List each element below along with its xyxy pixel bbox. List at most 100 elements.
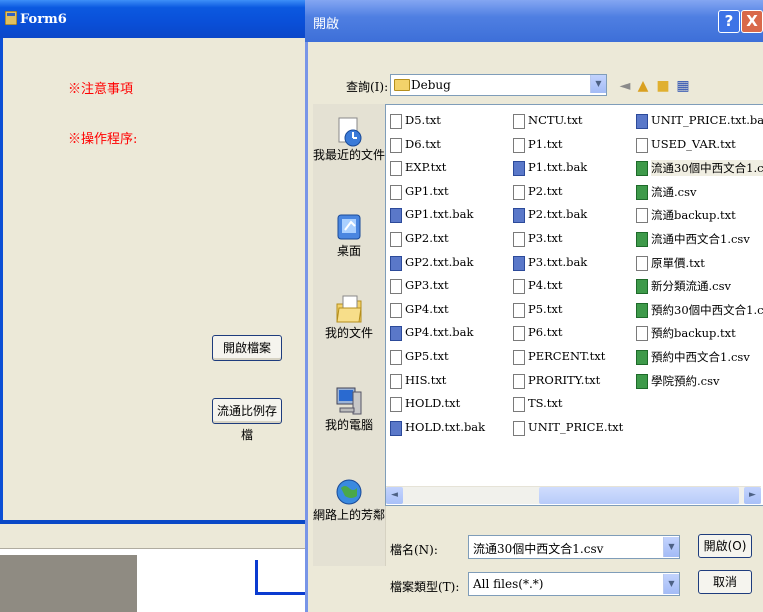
- file-name: NCTU.txt: [528, 113, 583, 127]
- file-name: GP1.txt: [405, 183, 449, 198]
- place-label: 我的電腦: [324, 418, 373, 432]
- file-name: P3.txt: [528, 231, 563, 245]
- file-name: HOLD.txt.bak: [405, 419, 486, 434]
- file-name: P4.txt: [528, 278, 563, 293]
- file-name: EXP.txt: [405, 160, 447, 175]
- text-file-icon: [390, 161, 402, 177]
- filename-value: 流通30個中西文合1.csv: [473, 542, 604, 556]
- my-documents-icon: [335, 294, 363, 324]
- form6-border: [0, 38, 3, 520]
- file-name: 新分類流通.csv: [651, 279, 731, 294]
- place-recent[interactable]: 我最近的文件: [313, 116, 385, 163]
- bak-file-icon: [390, 255, 402, 271]
- file-name: 流通backup.txt: [651, 208, 736, 223]
- file-name: GP5.txt: [405, 349, 449, 363]
- filetype-label: 檔案類型(T):: [390, 580, 460, 594]
- background-panel: [0, 555, 137, 612]
- text-file-icon: [513, 232, 525, 247]
- text-file-icon: [390, 114, 402, 129]
- scroll-right-icon[interactable]: ►: [744, 487, 761, 504]
- file-name: UNIT_PRICE.txt.bak: [651, 113, 763, 127]
- text-file-icon: [513, 279, 525, 295]
- file-name: 預約中西文合1.csv: [651, 350, 750, 364]
- close-button[interactable]: X: [741, 10, 763, 33]
- file-name: D6.txt: [405, 136, 441, 151]
- filetype-combo[interactable]: All files(*.*) ▼: [468, 572, 680, 596]
- new-folder-icon[interactable]: ■: [655, 78, 671, 94]
- open-button[interactable]: 開啟(O): [698, 534, 752, 558]
- note-label: ※注意事項: [68, 82, 134, 97]
- text-file-icon: [513, 373, 525, 389]
- dialog-title: 開啟: [313, 17, 340, 32]
- place-label: 我最近的文件: [313, 148, 386, 162]
- file-name: 流通30個中西文合1.csv: [651, 160, 763, 177]
- file-name: PERCENT.txt: [528, 349, 606, 363]
- lookin-combo[interactable]: Debug ▼: [390, 74, 607, 96]
- text-file-icon: [636, 208, 648, 224]
- place-my-computer[interactable]: 我的電腦: [313, 386, 385, 433]
- bak-file-icon: [390, 326, 402, 342]
- text-file-icon: [390, 397, 402, 413]
- file-name: GP4.txt.bak: [405, 325, 474, 340]
- scrollbar-thumb[interactable]: [539, 487, 739, 504]
- back-icon[interactable]: ◄: [617, 78, 633, 94]
- text-file-icon: [513, 137, 525, 153]
- cancel-button[interactable]: 取消: [698, 570, 752, 594]
- text-file-icon: [513, 350, 525, 365]
- help-button[interactable]: ?: [718, 10, 740, 33]
- place-network[interactable]: 網路上的芳鄰: [313, 476, 385, 523]
- csv-file-icon: [636, 184, 648, 200]
- text-file-icon: [636, 326, 648, 342]
- save-ratio-button[interactable]: 流通比例存檔: [212, 398, 282, 442]
- file-name: GP2.txt.bak: [405, 254, 474, 269]
- chevron-down-icon[interactable]: ▼: [663, 574, 679, 594]
- csv-file-icon: [636, 373, 648, 389]
- csv-file-icon: [636, 232, 648, 247]
- csv-file-icon: [636, 350, 648, 365]
- chevron-down-icon[interactable]: ▼: [663, 537, 679, 557]
- desktop-icon: [335, 212, 363, 242]
- place-desktop[interactable]: 桌面: [313, 212, 385, 259]
- open-file-button[interactable]: 開啟檔案: [212, 335, 282, 361]
- lookin-value: Debug: [411, 78, 451, 92]
- file-name: HOLD.txt: [405, 396, 461, 411]
- text-file-icon: [513, 420, 525, 436]
- file-name: TS.txt: [528, 396, 563, 411]
- up-folder-icon[interactable]: ▲: [635, 78, 651, 94]
- text-file-icon: [513, 184, 525, 200]
- file-name: P2.txt: [528, 183, 563, 198]
- form-icon: [4, 10, 18, 26]
- dialog-titlebar[interactable]: 開啟 ? X: [305, 0, 763, 42]
- network-places-icon: [335, 476, 363, 506]
- filename-label: 檔名(N):: [390, 543, 438, 557]
- file-name: P3.txt.bak: [528, 254, 588, 269]
- place-my-documents[interactable]: 我的文件: [313, 294, 385, 341]
- bak-file-icon: [636, 114, 648, 129]
- form6-client-area: [0, 38, 305, 520]
- bak-file-icon: [390, 208, 402, 224]
- text-file-icon: [390, 302, 402, 318]
- file-name: 流通中西文合1.csv: [651, 232, 750, 246]
- procedure-label: ※操作程序:: [68, 132, 138, 147]
- file-name: 學院預約.csv: [651, 373, 720, 388]
- csv-file-icon: [636, 302, 648, 318]
- file-list[interactable]: D5.txt D6.txt EXP.txt GP1.txt GP1.txt.bak GP2…: [385, 104, 763, 506]
- file-name: UNIT_PRICE.txt: [528, 419, 624, 434]
- file-name: 預約30個中西文合1.csv: [651, 302, 763, 317]
- scroll-left-icon[interactable]: ◄: [386, 487, 403, 504]
- file-name: 原單價.txt: [651, 255, 705, 270]
- text-file-icon: [513, 302, 525, 318]
- form6-title: Form6: [20, 12, 67, 27]
- chevron-down-icon[interactable]: ▼: [590, 75, 606, 93]
- csv-file-icon: [636, 279, 648, 295]
- view-menu-icon[interactable]: ▦: [675, 78, 691, 94]
- open-file-dialog: 開啟 ? X 查詢(I): Debug ▼ ◄ ▲ ■ ▦ 我最近的文件 桌面: [305, 0, 763, 612]
- folder-icon: [394, 79, 410, 91]
- horizontal-scrollbar[interactable]: ◄ ►: [386, 486, 761, 504]
- form6-titlebar[interactable]: Form6: [0, 0, 305, 38]
- text-file-icon: [390, 232, 402, 247]
- place-label: 網路上的芳鄰: [313, 508, 386, 522]
- filename-combo[interactable]: 流通30個中西文合1.csv ▼: [468, 535, 680, 559]
- text-file-icon: [390, 350, 402, 365]
- places-bar: 我最近的文件 桌面 我的文件 我的電腦 網路上的芳鄰: [313, 104, 386, 566]
